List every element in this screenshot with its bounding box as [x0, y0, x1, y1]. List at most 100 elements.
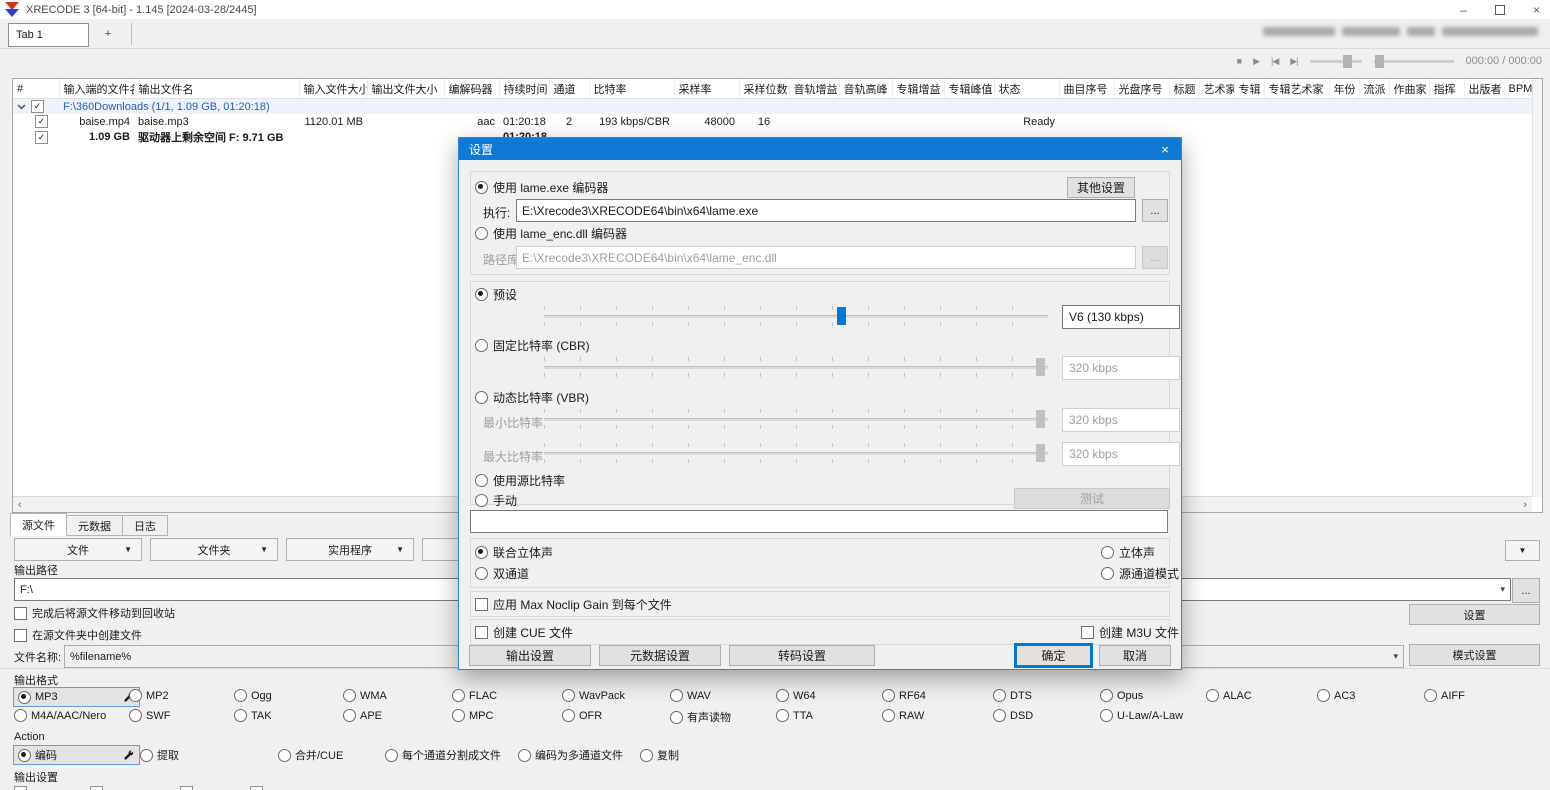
column-header[interactable]: 专辑增益 — [892, 79, 944, 99]
column-header[interactable]: 音轨高峰 — [839, 79, 892, 99]
column-header[interactable]: 专辑 — [1234, 79, 1264, 99]
checkbox[interactable] — [90, 786, 103, 790]
tab-1[interactable]: Tab 1 — [8, 23, 89, 47]
use-lame-dll-option[interactable]: 使用 lame_enc.dll 编码器 — [475, 225, 627, 242]
format-option[interactable]: Ogg — [234, 689, 272, 702]
minimize-icon[interactable]: – — [1460, 3, 1467, 17]
file-row[interactable]: ✓ baise.mp4 baise.mp3 1120.01 MB aac 01:… — [13, 114, 1539, 129]
column-header[interactable]: 持续时间 — [499, 79, 549, 99]
menu-button[interactable]: 实用程序 ▼ — [286, 538, 414, 561]
format-option[interactable]: ALAC — [1206, 689, 1252, 702]
format-option[interactable]: SWF — [129, 709, 170, 722]
use-lame-exe-option[interactable]: 使用 lame.exe 编码器 — [475, 179, 608, 196]
panel-tab[interactable]: 源文件 — [10, 513, 67, 536]
column-header[interactable]: 指挥 — [1429, 79, 1464, 99]
action-option[interactable]: 编码为多通道文件 — [518, 747, 623, 763]
add-tab-button[interactable]: + — [98, 25, 118, 43]
column-header[interactable]: 编解码器 — [444, 79, 499, 99]
move-to-recycle-option[interactable]: 完成后将源文件移动到回收站 — [14, 605, 175, 621]
column-header[interactable]: 音轨增益 — [789, 79, 839, 99]
menu-button[interactable]: 文件夹 ▼ — [150, 538, 278, 561]
column-header[interactable]: 专辑峰值 — [944, 79, 994, 99]
checkbox[interactable] — [14, 607, 27, 620]
create-m3u-option[interactable]: 创建 M3U 文件 — [1081, 624, 1179, 641]
slider-thumb[interactable] — [837, 307, 846, 325]
format-option[interactable]: OFR — [562, 709, 602, 722]
other-settings-button[interactable]: 其他设置 — [1067, 177, 1135, 198]
column-header[interactable]: 专辑艺术家 — [1264, 79, 1329, 99]
maximize-icon[interactable] — [1495, 5, 1505, 15]
format-option[interactable]: TTA — [776, 709, 813, 722]
format-option[interactable]: WMA — [343, 689, 387, 702]
ok-button[interactable]: 确定 — [1016, 645, 1091, 666]
vertical-scrollbar[interactable] — [1532, 79, 1542, 497]
source-channel-mode-option[interactable]: 源通道模式 — [1101, 565, 1179, 582]
combo-arrow-icon[interactable]: ▾ — [1500, 584, 1505, 595]
seek-slider[interactable] — [1374, 60, 1454, 63]
exec-path-input[interactable]: E:\Xrecode3\XRECODE64\bin\x64\lame.exe — [516, 199, 1136, 222]
column-header[interactable]: 年份 — [1329, 79, 1359, 99]
format-option[interactable]: MPC — [452, 709, 493, 722]
format-option[interactable]: AIFF — [1424, 689, 1465, 702]
column-header[interactable]: 输入文件大小 — [299, 79, 367, 99]
preset-slider[interactable] — [544, 306, 1048, 326]
action-option[interactable]: 提取 — [140, 747, 179, 763]
cbr-option[interactable]: 固定比特率 (CBR) — [475, 337, 590, 354]
format-option[interactable]: M4A/AAC/Nero — [14, 709, 106, 722]
close-icon[interactable]: × — [1533, 3, 1540, 17]
vbr-option[interactable]: 动态比特率 (VBR) — [475, 389, 589, 406]
scroll-right-icon[interactable]: › — [1523, 499, 1527, 511]
format-mp3-selected[interactable]: MP3 — [13, 687, 140, 707]
column-header[interactable]: 输出文件名 — [134, 79, 299, 99]
wrench-icon[interactable] — [123, 749, 135, 761]
panel-tab[interactable]: 日志 — [122, 515, 168, 536]
next-track-icon[interactable]: ▶| — [1290, 56, 1297, 67]
menu-button[interactable]: 文件 ▼ — [14, 538, 142, 561]
scroll-left-icon[interactable]: ‹ — [18, 499, 22, 511]
checkbox[interactable] — [475, 626, 488, 639]
column-header[interactable]: 通道 — [549, 79, 589, 99]
column-header[interactable]: 曲目序号 — [1059, 79, 1114, 99]
checkbox[interactable] — [180, 786, 193, 790]
panel-tab[interactable]: 元数据 — [66, 515, 123, 536]
checkbox[interactable] — [14, 629, 27, 642]
column-header[interactable]: 状态 — [994, 79, 1059, 99]
format-option[interactable]: DTS — [993, 689, 1032, 702]
create-cue-option[interactable]: 创建 CUE 文件 — [475, 624, 573, 641]
browse-exec-button[interactable]: ... — [1142, 199, 1168, 222]
previous-track-icon[interactable]: |◀ — [1271, 56, 1278, 67]
format-option[interactable]: AC3 — [1317, 689, 1355, 702]
preset-option[interactable]: 预设 — [475, 286, 517, 303]
column-header[interactable]: 作曲家 — [1389, 79, 1429, 99]
use-source-bitrate-option[interactable]: 使用源比特率 — [475, 472, 565, 489]
folder-group-row[interactable]: ✓ F:\360Downloads (1/1, 1.09 GB, 01:20:1… — [13, 99, 1539, 115]
dialog-title-bar[interactable]: 设置 — [459, 138, 1181, 160]
file-checkbox[interactable]: ✓ — [35, 115, 48, 128]
column-header[interactable]: # — [13, 79, 59, 99]
format-option[interactable]: 有声读物 — [670, 709, 731, 725]
format-option[interactable]: MP2 — [129, 689, 169, 702]
checkbox[interactable] — [475, 598, 488, 611]
dual-channel-option[interactable]: 双通道 — [475, 565, 529, 582]
checkbox[interactable] — [250, 786, 263, 790]
browse-output-path-button[interactable]: ... — [1512, 578, 1540, 603]
pattern-settings-button[interactable]: 模式设置 — [1409, 644, 1540, 666]
dialog-close-icon[interactable]: × — [1149, 138, 1181, 160]
format-option[interactable]: DSD — [993, 709, 1033, 722]
action-encode-selected[interactable]: 编码 — [13, 745, 140, 765]
volume-slider[interactable] — [1310, 60, 1362, 63]
column-header[interactable]: 采样位数 — [739, 79, 789, 99]
column-header[interactable]: 比特率 — [589, 79, 674, 99]
column-header[interactable]: 输出文件大小 — [367, 79, 444, 99]
format-option[interactable]: U-Law/A-Law — [1100, 709, 1183, 722]
column-header[interactable]: 输入端的文件名 — [59, 79, 134, 99]
format-option[interactable]: RF64 — [882, 689, 926, 702]
format-option[interactable]: FLAC — [452, 689, 497, 702]
cancel-button[interactable]: 取消 — [1099, 645, 1171, 666]
column-header[interactable]: 出版者 — [1464, 79, 1504, 99]
format-option[interactable]: W64 — [776, 689, 816, 702]
summary-checkbox[interactable]: ✓ — [35, 131, 48, 144]
checkbox[interactable] — [1081, 626, 1094, 639]
group-checkbox[interactable]: ✓ — [31, 100, 44, 113]
play-icon[interactable]: ▶ — [1253, 56, 1259, 67]
